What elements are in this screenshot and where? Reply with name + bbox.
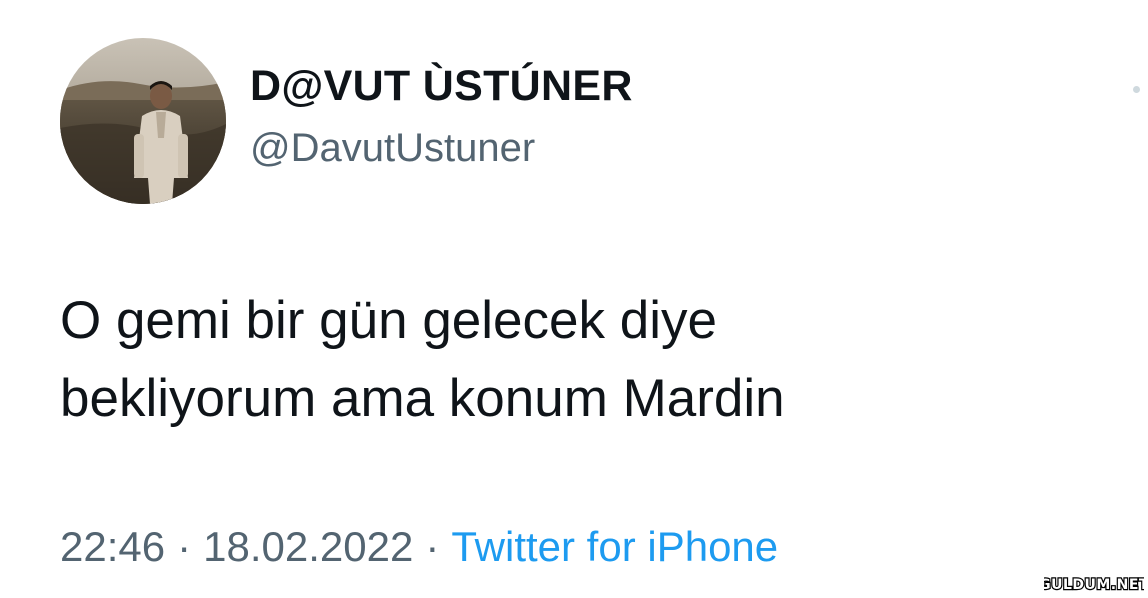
tweet-text-line: bekliyorum ama konum Mardin — [60, 369, 785, 428]
tweet-source-link[interactable]: Twitter for iPhone — [451, 523, 778, 570]
meta-separator: · — [425, 523, 440, 570]
tweet-text: O gemi bir gün gelecek diye bekliyorum a… — [60, 282, 1060, 438]
tweet-card: D@VUT ÙSTÚNER @DavutUstuner O gemi bir g… — [0, 0, 1148, 598]
more-options-icon — [1133, 86, 1140, 93]
tweet-meta: 22:46 · 18.02.2022 · Twitter for iPhone — [60, 523, 778, 571]
author-display-name[interactable]: D@VUT ÙSTÚNER — [250, 62, 633, 111]
svg-text:GULDUM.NET: GULDUM.NET — [1044, 577, 1144, 593]
more-options-button[interactable] — [1126, 76, 1146, 102]
watermark-logo: GULDUM.NET — [1044, 573, 1144, 595]
avatar-photo — [60, 38, 226, 204]
meta-separator: · — [177, 523, 192, 570]
avatar[interactable] — [60, 38, 226, 204]
tweet-time[interactable]: 22:46 — [60, 523, 165, 570]
tweet-text-line: O gemi bir gün gelecek diye — [60, 291, 717, 350]
tweet-date[interactable]: 18.02.2022 — [203, 523, 413, 570]
author-handle[interactable]: @DavutUstuner — [250, 126, 535, 171]
